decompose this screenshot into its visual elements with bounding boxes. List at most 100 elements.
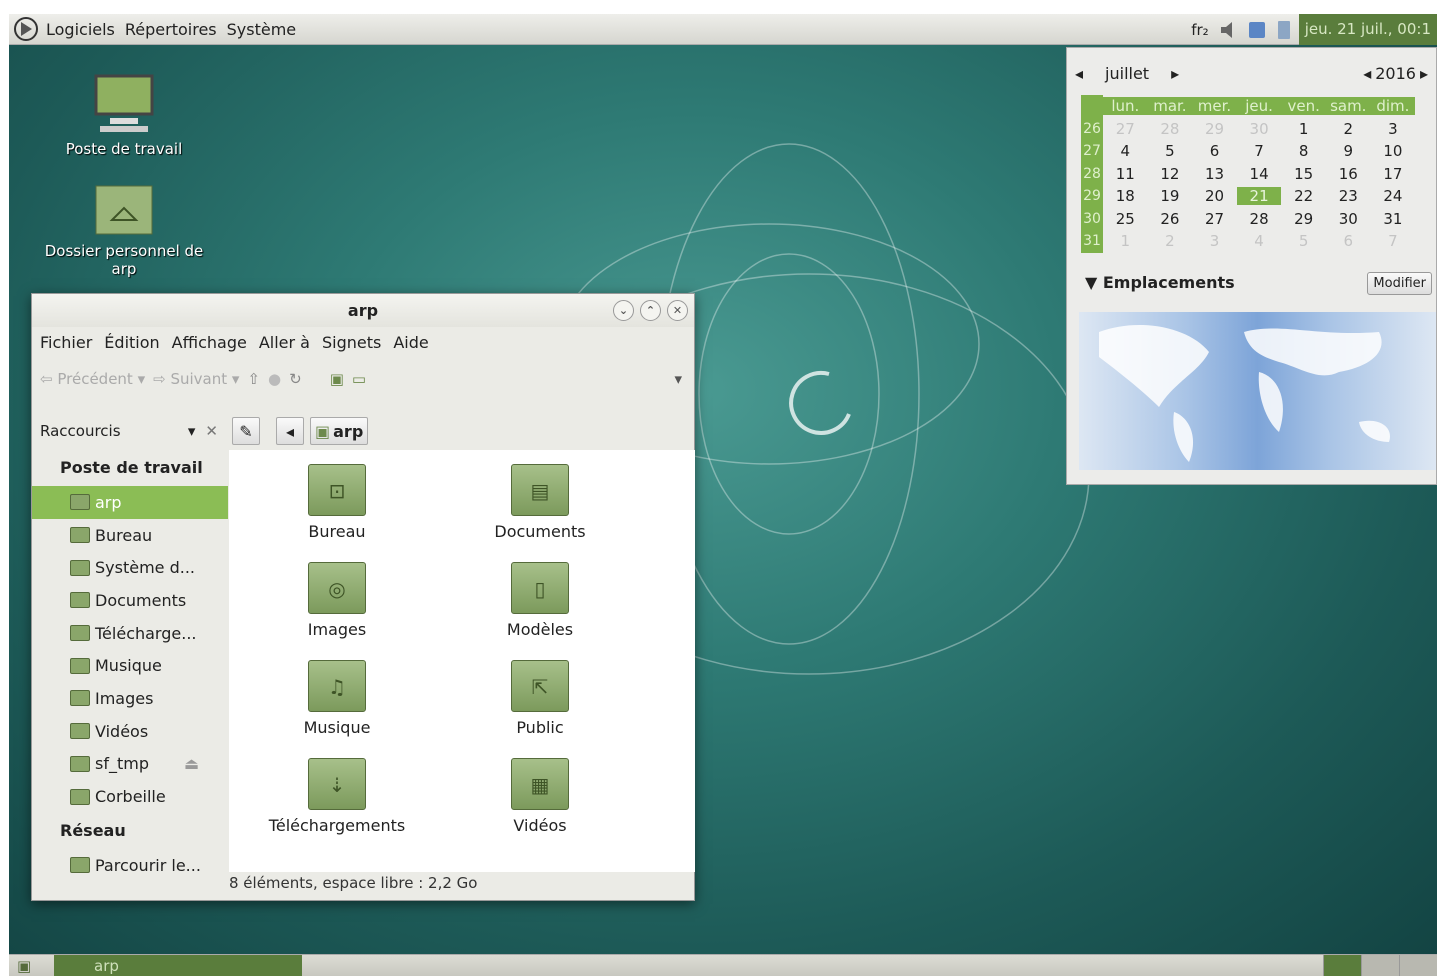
calendar-day[interactable]: 2: [1148, 232, 1193, 250]
calendar-day[interactable]: 14: [1237, 165, 1282, 183]
menu-aller-a[interactable]: Aller à: [255, 333, 318, 352]
back-button[interactable]: ⇦ Précédent ▾: [40, 370, 145, 388]
calendar-day[interactable]: 31: [1371, 210, 1416, 228]
next-year-button[interactable]: ▸: [1420, 64, 1428, 83]
calendar-day[interactable]: 26: [1148, 210, 1193, 228]
update-icon[interactable]: [1274, 19, 1296, 41]
menu-system[interactable]: Système: [222, 20, 302, 39]
calendar-day[interactable]: 10: [1371, 142, 1416, 160]
prev-month-button[interactable]: ◂: [1075, 64, 1083, 83]
calendar-day[interactable]: 21: [1236, 187, 1282, 206]
calendar-day[interactable]: 30: [1326, 210, 1371, 228]
eject-icon[interactable]: ⏏: [184, 754, 199, 773]
sidebar-item[interactable]: Vidéos: [32, 715, 228, 748]
toolbar-overflow-icon[interactable]: ▾: [674, 370, 682, 388]
calendar-day[interactable]: 16: [1326, 165, 1371, 183]
file-item[interactable]: ◎ Images: [237, 562, 437, 639]
sidebar-item[interactable]: arp: [32, 486, 228, 519]
calendar-day[interactable]: 18: [1103, 187, 1148, 205]
calendar-day[interactable]: 27: [1103, 120, 1148, 138]
file-item[interactable]: ♫ Musique: [237, 660, 437, 737]
maximize-button[interactable]: ⌃: [640, 300, 661, 321]
sidebar-item[interactable]: Bureau: [32, 519, 228, 552]
calendar-day[interactable]: 25: [1103, 210, 1148, 228]
calendar-day[interactable]: 22: [1281, 187, 1326, 205]
menu-applications[interactable]: Logiciels: [41, 20, 120, 39]
workspace-1[interactable]: [1323, 955, 1361, 976]
calendar-day[interactable]: 4: [1103, 142, 1148, 160]
keyboard-layout[interactable]: fr₂: [1185, 21, 1214, 39]
file-item[interactable]: ▤ Documents: [440, 464, 640, 541]
menu-affichage[interactable]: Affichage: [168, 333, 255, 352]
sidebar-item[interactable]: Musique: [32, 649, 228, 682]
calendar-day[interactable]: 17: [1371, 165, 1416, 183]
sidebar-type-dropdown-icon[interactable]: ▾: [188, 422, 196, 440]
calendar-day[interactable]: 23: [1326, 187, 1371, 205]
file-item[interactable]: ▦ Vidéos: [440, 758, 640, 835]
calendar-day[interactable]: 15: [1281, 165, 1326, 183]
calendar-day[interactable]: 3: [1371, 120, 1416, 138]
taskbar-button-arp[interactable]: arp: [54, 955, 302, 976]
menu-places[interactable]: Répertoires: [120, 20, 222, 39]
home-icon[interactable]: ▣: [330, 370, 344, 388]
calendar-day[interactable]: 3: [1192, 232, 1237, 250]
modify-button[interactable]: Modifier: [1367, 272, 1432, 295]
calendar-day[interactable]: 5: [1148, 142, 1193, 160]
calendar-day[interactable]: 1: [1103, 232, 1148, 250]
calendar-day[interactable]: 5: [1281, 232, 1326, 250]
calendar-day[interactable]: 6: [1192, 142, 1237, 160]
calendar-day[interactable]: 8: [1281, 142, 1326, 160]
desktop-icon-computer[interactable]: Poste de travail: [39, 72, 209, 158]
calendar-day[interactable]: 2: [1326, 120, 1371, 138]
calendar-day[interactable]: 6: [1326, 232, 1371, 250]
window-titlebar[interactable]: arp ⌄ ⌃ ✕: [32, 294, 694, 327]
debian-logo-icon[interactable]: [11, 15, 41, 43]
menu-fichier[interactable]: Fichier: [36, 333, 100, 352]
sidebar-item[interactable]: sf_tmp ⏏: [32, 748, 228, 781]
sidebar-item[interactable]: Système d...: [32, 551, 228, 584]
show-desktop-icon[interactable]: ▣: [17, 957, 31, 975]
calendar-day[interactable]: 13: [1192, 165, 1237, 183]
sidebar-close-icon[interactable]: ✕: [205, 422, 218, 440]
menu-aide[interactable]: Aide: [389, 333, 436, 352]
sidebar-type-label[interactable]: Raccourcis: [40, 422, 188, 440]
path-button-arp[interactable]: ▣ arp: [310, 417, 369, 445]
menu-signets[interactable]: Signets: [318, 333, 389, 352]
network-icon[interactable]: [1246, 19, 1268, 41]
sidebar-item[interactable]: Images: [32, 682, 228, 715]
volume-icon[interactable]: [1218, 19, 1240, 41]
sidebar-item[interactable]: Documents: [32, 584, 228, 617]
computer-toolbar-icon[interactable]: ▭: [352, 370, 366, 388]
locations-heading[interactable]: ▼ Emplacements: [1085, 273, 1235, 292]
stop-icon[interactable]: ●: [268, 370, 281, 388]
reload-icon[interactable]: ↻: [289, 370, 302, 388]
menu-edition[interactable]: Édition: [100, 333, 167, 352]
workspace-3[interactable]: [1399, 955, 1437, 976]
calendar-day[interactable]: 20: [1192, 187, 1237, 205]
calendar-day[interactable]: 24: [1371, 187, 1416, 205]
calendar-day[interactable]: 29: [1192, 120, 1237, 138]
calendar-day[interactable]: 11: [1103, 165, 1148, 183]
workspace-2[interactable]: [1361, 955, 1399, 976]
calendar-day[interactable]: 1: [1281, 120, 1326, 138]
calendar-day[interactable]: 29: [1281, 210, 1326, 228]
file-item[interactable]: ⇱ Public: [440, 660, 640, 737]
edit-location-button[interactable]: ✎: [232, 417, 260, 445]
calendar-day[interactable]: 9: [1326, 142, 1371, 160]
clock[interactable]: jeu. 21 juil., 00:1: [1298, 14, 1437, 45]
next-month-button[interactable]: ▸: [1171, 64, 1179, 83]
prev-year-button[interactable]: ◂: [1363, 64, 1371, 83]
calendar-day[interactable]: 19: [1148, 187, 1193, 205]
file-item[interactable]: ⇣ Téléchargements: [237, 758, 437, 835]
calendar-day[interactable]: 7: [1371, 232, 1416, 250]
path-back-button[interactable]: ◂: [276, 417, 304, 445]
sidebar-item[interactable]: Télécharge...: [32, 617, 228, 650]
file-item[interactable]: ▯ Modèles: [440, 562, 640, 639]
calendar-day[interactable]: 27: [1192, 210, 1237, 228]
forward-button[interactable]: ⇨ Suivant ▾: [153, 370, 239, 388]
up-icon[interactable]: ⇧: [247, 370, 260, 388]
calendar-day[interactable]: 4: [1237, 232, 1282, 250]
calendar-day[interactable]: 12: [1148, 165, 1193, 183]
desktop-icon-home[interactable]: Dossier personnel de arp: [39, 182, 209, 278]
sidebar-item[interactable]: Parcourir le...: [32, 849, 228, 882]
